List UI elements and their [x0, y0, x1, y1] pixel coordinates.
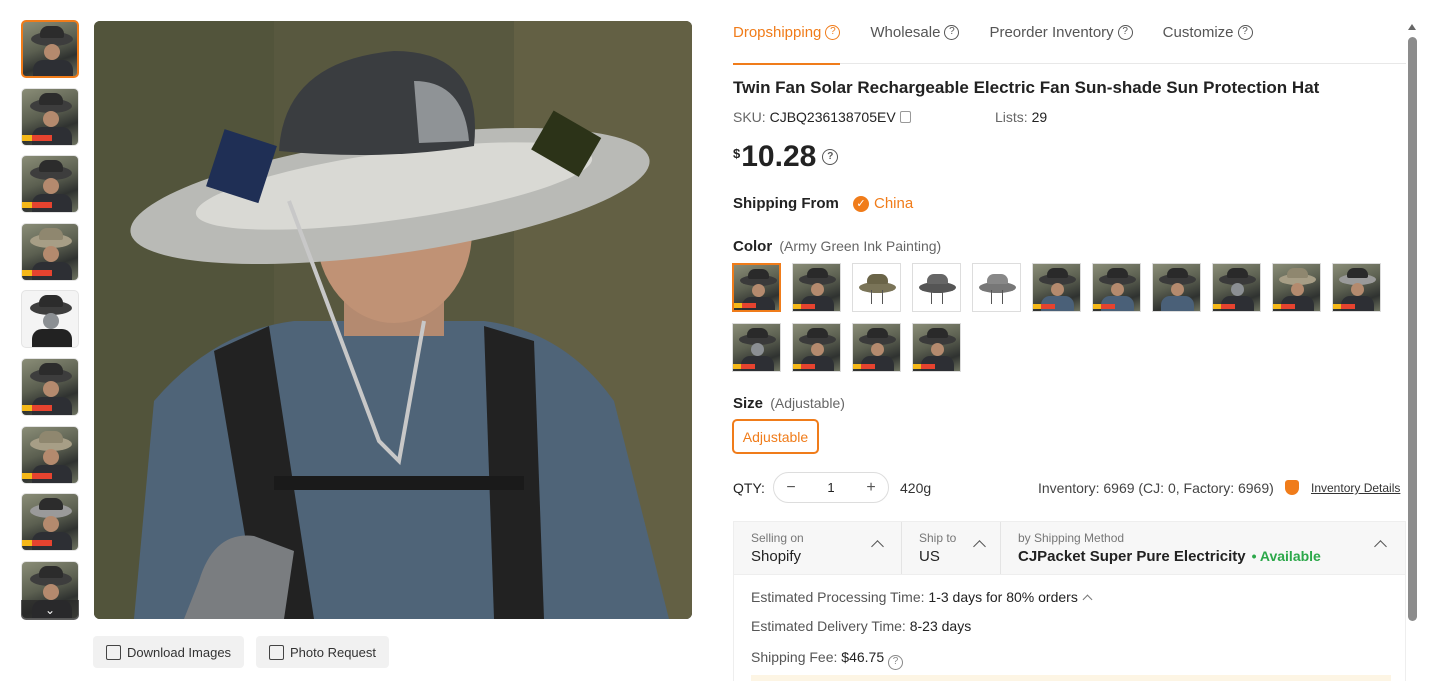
- tab-wholesale[interactable]: Wholesale?: [870, 0, 960, 64]
- download-icon: [106, 644, 121, 660]
- thumbnail[interactable]: [21, 20, 79, 78]
- thumbnail[interactable]: [21, 425, 79, 484]
- lists-count: Lists: 29: [995, 109, 1048, 125]
- copy-icon[interactable]: [899, 111, 911, 123]
- sku: SKU: CJBQ236138705EV: [733, 109, 911, 125]
- download-images-button[interactable]: Download Images: [93, 636, 245, 668]
- inventory-details-link[interactable]: Inventory Details: [1311, 481, 1400, 495]
- color-label: Color (Army Green Ink Painting): [733, 238, 942, 255]
- color-swatch[interactable]: [732, 323, 781, 372]
- color-swatch[interactable]: [1032, 263, 1081, 312]
- scroll-up-arrow[interactable]: [1408, 24, 1416, 30]
- tab-dropshipping[interactable]: Dropshipping?: [733, 0, 841, 65]
- thumbnail[interactable]: [21, 357, 79, 416]
- color-swatch[interactable]: [732, 263, 781, 312]
- quantity-stepper: − +: [773, 472, 889, 503]
- tab-preorder-inventory[interactable]: Preorder Inventory?: [989, 0, 1133, 64]
- shipping-panel: Selling on Shopify Ship to US by Shippin…: [733, 521, 1406, 681]
- thumbnail[interactable]: [21, 87, 79, 146]
- selling-on-select[interactable]: Selling on Shopify: [734, 522, 902, 574]
- thumbnail-strip[interactable]: [21, 20, 81, 620]
- help-icon[interactable]: ?: [944, 24, 960, 40]
- size-label: Size (Adjustable): [733, 395, 845, 412]
- thumbnail[interactable]: [21, 222, 79, 281]
- photo-request-button[interactable]: Photo Request: [256, 636, 390, 668]
- main-product-image: [94, 21, 692, 619]
- shipping-method-select[interactable]: by Shipping Method CJPacket Super Pure E…: [1001, 522, 1405, 574]
- shipping-from-label: Shipping From: [733, 195, 839, 212]
- notice-bar: [751, 675, 1391, 681]
- scrollbar-thumb[interactable]: [1408, 37, 1417, 621]
- color-swatch[interactable]: [1152, 263, 1201, 312]
- inventory-count: Inventory: 6969 (CJ: 0, Factory: 6969): [1038, 480, 1274, 496]
- checkmark-icon: ✓: [853, 195, 869, 212]
- tab-customize[interactable]: Customize?: [1163, 0, 1253, 64]
- thumbnail[interactable]: [21, 155, 79, 214]
- color-swatch[interactable]: [912, 323, 961, 372]
- video-icon: [269, 644, 284, 660]
- color-swatch[interactable]: [792, 323, 841, 372]
- chevron-up-icon[interactable]: [1082, 594, 1093, 605]
- quantity-input[interactable]: [811, 480, 851, 495]
- help-icon[interactable]: ?: [888, 654, 904, 670]
- size-option-adjustable[interactable]: Adjustable: [732, 419, 819, 454]
- product-title: Twin Fan Solar Rechargeable Electric Fan…: [733, 78, 1320, 97]
- help-icon[interactable]: ?: [1237, 24, 1253, 40]
- color-swatch[interactable]: [1332, 263, 1381, 312]
- shipping-fee: Shipping Fee: $46.75 ?: [751, 649, 904, 670]
- ship-to-select[interactable]: Ship to US: [902, 522, 1001, 574]
- color-swatch[interactable]: [852, 323, 901, 372]
- shipping-from-option[interactable]: ✓ China: [853, 195, 913, 212]
- color-swatch[interactable]: [852, 263, 901, 312]
- color-swatches: [732, 263, 1392, 372]
- quantity-label: QTY:: [733, 480, 765, 496]
- purchase-mode-tabs: Dropshipping? Wholesale? Preorder Invent…: [733, 0, 1406, 65]
- color-swatch[interactable]: [1212, 263, 1261, 312]
- price: $ 10.28 ?: [733, 140, 839, 174]
- minus-icon[interactable]: −: [782, 479, 800, 497]
- help-icon[interactable]: ?: [822, 149, 839, 165]
- product-weight: 420g: [900, 480, 932, 496]
- thumbnail[interactable]: [21, 290, 79, 349]
- color-swatch[interactable]: [1272, 263, 1321, 312]
- color-swatch[interactable]: [912, 263, 961, 312]
- help-icon[interactable]: ?: [1117, 24, 1133, 40]
- color-swatch[interactable]: [1092, 263, 1141, 312]
- plus-icon[interactable]: +: [862, 479, 880, 497]
- help-icon[interactable]: ?: [825, 24, 841, 40]
- warehouse-icon: [1285, 480, 1299, 495]
- processing-time: Estimated Processing Time: 1-3 days for …: [751, 589, 1093, 605]
- color-swatch[interactable]: [792, 263, 841, 312]
- delivery-time: Estimated Delivery Time: 8-23 days: [751, 618, 972, 634]
- chevron-down-icon[interactable]: ⌄: [21, 600, 79, 620]
- thumbnail[interactable]: [21, 493, 79, 552]
- color-swatch[interactable]: [972, 263, 1021, 312]
